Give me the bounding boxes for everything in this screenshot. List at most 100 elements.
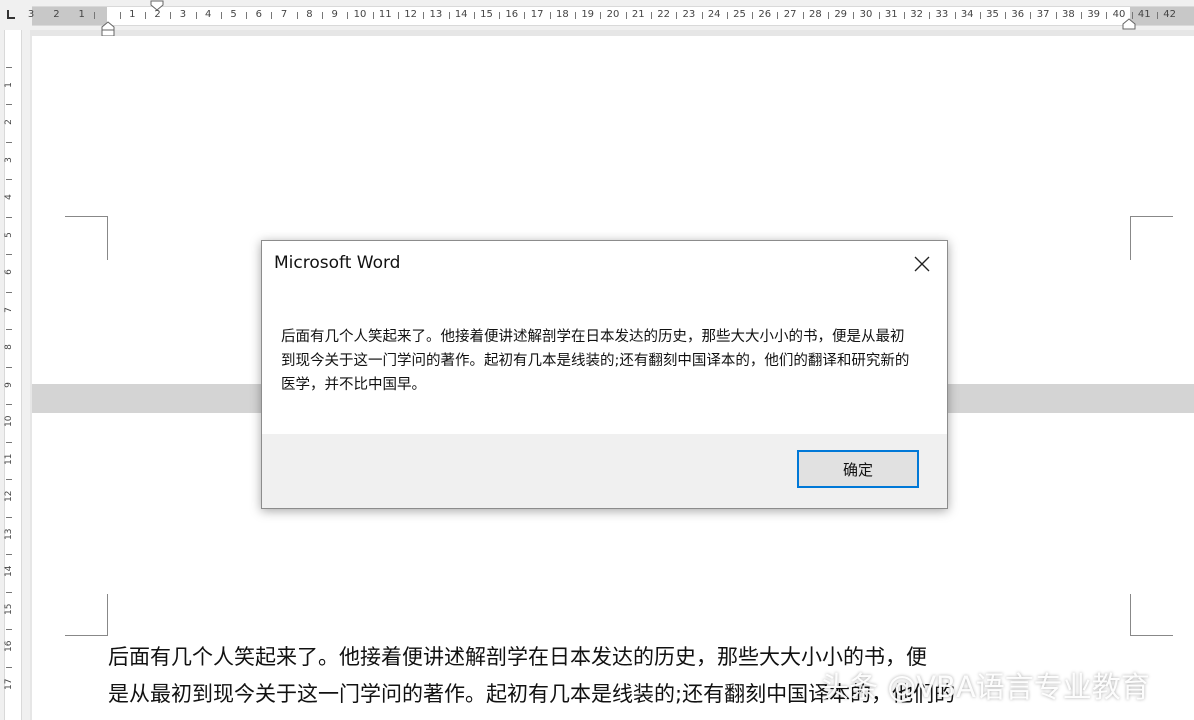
ruler-number: 6 (255, 9, 262, 20)
ruler-number: 18 (556, 9, 569, 20)
ruler-tick (246, 12, 248, 19)
ruler-number: 14 (4, 565, 14, 577)
close-icon (914, 256, 930, 272)
ruler-number: 2 (53, 9, 60, 20)
ruler-tick (828, 12, 830, 19)
ruler-number: 10 (353, 9, 367, 20)
ruler-number: 6 (4, 269, 14, 275)
horizontal-ruler[interactable]: 3 2 1 1 2 3 4 5 6 7 8 9 10 11 12 13 14 15 16 17 18 19 20 21 22 23… (0, 0, 1194, 37)
ruler-number: 37 (1036, 9, 1050, 20)
ruler-number: 17 (4, 678, 14, 690)
ruler-tick (575, 12, 577, 19)
ruler-number: 7 (280, 9, 288, 20)
ruler-tick (170, 12, 172, 19)
crop-mark (65, 216, 108, 260)
ruler-number: 8 (306, 9, 313, 20)
ruler-tick (195, 12, 197, 19)
ruler-number: 25 (733, 9, 746, 20)
vertical-ruler[interactable]: 1 2 3 4 5 6 7 8 9 10 11 12 13 14 15 16 17 (0, 30, 30, 720)
ruler-tick (473, 12, 475, 19)
ruler-number: 10 (4, 415, 14, 427)
dialog-message: 后面有几个人笑起来了。他接着便讲述解剖学在日本发达的历史，那些大大小小的书，便是… (281, 329, 910, 393)
ruler-tick (119, 12, 121, 19)
ruler-number: 23 (682, 9, 696, 20)
watermark: 头条 @VBA语言专业教育 (820, 670, 1150, 704)
ruler-tick (296, 12, 298, 19)
ruler-number: 15 (480, 9, 493, 20)
ruler-tick (1030, 12, 1032, 19)
ruler-number: 12 (404, 9, 417, 20)
ruler-number: 11 (4, 453, 14, 465)
ruler-tick (1156, 12, 1158, 19)
ruler-tick (954, 12, 956, 19)
ruler-tick (6, 404, 12, 406)
ruler-tick (6, 516, 12, 518)
ruler-number: 20 (606, 9, 620, 20)
ruler-number: 12 (4, 490, 14, 502)
ruler-tick (600, 12, 602, 19)
ruler-tick (499, 12, 501, 19)
close-button[interactable] (905, 247, 939, 281)
ruler-number: 4 (205, 9, 212, 20)
tab-selector-icon[interactable] (4, 8, 18, 22)
ruler-tick (94, 12, 96, 19)
ruler-tick (6, 591, 12, 593)
ruler-tick (1055, 12, 1057, 19)
vertical-ruler-bar[interactable] (4, 30, 22, 720)
ruler-tick (6, 179, 12, 181)
ruler-tick (423, 12, 425, 19)
crop-mark (65, 594, 108, 636)
ruler-tick (701, 12, 703, 19)
ruler-number: 3 (27, 9, 35, 20)
crop-mark (1130, 216, 1173, 260)
ruler-tick (6, 554, 12, 556)
ruler-tick (6, 629, 12, 631)
ruler-tick (6, 141, 12, 143)
ruler-tick (322, 12, 324, 19)
ruler-number: 21 (631, 9, 645, 20)
ruler-number: 26 (758, 9, 772, 20)
ruler-tick (6, 216, 12, 218)
crop-mark (1130, 594, 1173, 636)
ruler-number: 3 (179, 9, 187, 20)
ruler-tick (448, 12, 450, 19)
ruler-number: 13 (4, 528, 14, 540)
ruler-number: 36 (1011, 9, 1025, 20)
ruler-tick (6, 666, 12, 668)
dialog-footer: 确定 (262, 434, 947, 508)
ruler-number: 34 (960, 9, 974, 20)
ruler-number: 24 (707, 9, 721, 20)
ruler-number: 5 (4, 231, 14, 238)
ruler-number: 15 (4, 603, 14, 615)
ruler-tick (1131, 12, 1133, 19)
ruler-tick (903, 12, 905, 19)
ruler-number: 35 (986, 9, 999, 20)
ok-button[interactable]: 确定 (797, 450, 919, 488)
ruler-number: 19 (581, 9, 595, 20)
ruler-number: 3 (4, 156, 14, 163)
ruler-number: 5 (230, 9, 237, 20)
ruler-number: 33 (935, 9, 949, 20)
ruler-tick (6, 254, 12, 256)
hanging-indent-marker[interactable] (101, 21, 115, 37)
ruler-tick (6, 441, 12, 443)
ruler-number: 8 (4, 344, 14, 350)
ruler-number: 40 (1112, 9, 1126, 20)
ruler-number: 38 (1062, 9, 1075, 20)
ruler-number: 1 (4, 81, 14, 88)
ruler-tick (1106, 12, 1108, 19)
ruler-number: 17 (530, 9, 544, 20)
ruler-tick (271, 12, 273, 19)
ruler-tick (1081, 12, 1083, 19)
ruler-left-margin (32, 7, 107, 25)
ruler-number: 14 (454, 9, 468, 20)
ruler-tick (752, 12, 754, 19)
ruler-tick (6, 329, 12, 331)
ruler-tick (397, 12, 399, 19)
ruler-number: 7 (4, 306, 14, 313)
ruler-number: 4 (4, 194, 14, 200)
ruler-tick (1005, 12, 1007, 19)
ruler-tick (853, 12, 855, 19)
ruler-tick (650, 12, 652, 19)
ruler-tick (549, 12, 551, 19)
